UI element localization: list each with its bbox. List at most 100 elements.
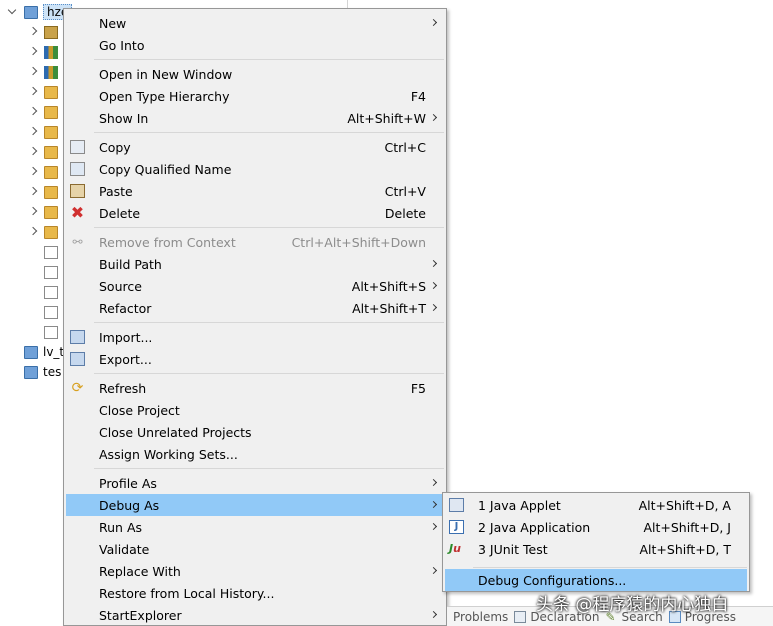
submenu-item-debug-configurations[interactable]: Debug Configurations... xyxy=(445,569,747,591)
menu-item-show-in[interactable]: Show In Alt+Shift+W xyxy=(66,107,444,129)
chevron-down-icon[interactable] xyxy=(8,7,18,17)
menu-item-profile-as[interactable]: Profile As xyxy=(66,472,444,494)
menu-item-source[interactable]: Source Alt+Shift+S xyxy=(66,275,444,297)
submenu-item-label: 3 JUnit Test xyxy=(478,542,548,557)
menu-item-debug-as[interactable]: Debug As xyxy=(66,494,444,516)
context-menu: New Go Into Open in New Window Open Type… xyxy=(63,8,447,626)
menu-item-new[interactable]: New xyxy=(66,12,444,34)
refresh-icon: ⟳ xyxy=(71,380,84,396)
tree-row[interactable] xyxy=(28,22,58,42)
menu-separator xyxy=(94,468,444,469)
library-icon xyxy=(44,45,58,59)
menu-item-restore-from-local-history[interactable]: Restore from Local History... xyxy=(66,582,444,604)
menu-item-shortcut: Ctrl+Alt+Shift+Down xyxy=(291,234,426,250)
tree-row[interactable] xyxy=(28,182,58,202)
chevron-right-icon[interactable] xyxy=(28,47,38,57)
tree-row[interactable] xyxy=(28,82,58,102)
submenu-item-java-application[interactable]: J 2 Java Application Alt+Shift+D, J xyxy=(445,516,747,538)
menu-item-label: Open in New Window xyxy=(99,66,233,82)
menu-item-replace-with[interactable]: Replace With xyxy=(66,560,444,582)
declaration-icon xyxy=(514,610,527,623)
submenu-item-java-applet[interactable]: 1 Java Applet Alt+Shift+D, A xyxy=(445,494,747,516)
menu-separator xyxy=(94,373,444,374)
chevron-right-icon[interactable] xyxy=(28,207,38,217)
menu-item-copy[interactable]: Copy Ctrl+C xyxy=(66,136,444,158)
menu-item-label: Profile As xyxy=(99,475,157,491)
chevron-right-icon[interactable] xyxy=(28,187,38,197)
menu-item-paste[interactable]: Paste Ctrl+V xyxy=(66,180,444,202)
java-applet-icon xyxy=(449,498,464,512)
chevron-right-icon[interactable] xyxy=(28,27,38,37)
tree-row-folder-1[interactable]: lv_t xyxy=(18,342,64,362)
submenu-item-junit-test[interactable]: Ju 3 JUnit Test Alt+Shift+D, T xyxy=(445,538,747,560)
chevron-right-icon[interactable] xyxy=(28,147,38,157)
tree-row[interactable] xyxy=(28,142,58,162)
menu-item-shortcut: Delete xyxy=(384,205,426,221)
menu-item-build-path[interactable]: Build Path xyxy=(66,253,444,275)
chevron-right-icon[interactable] xyxy=(28,107,38,117)
menu-item-label: Delete xyxy=(99,205,141,221)
delete-icon: ✖ xyxy=(70,203,85,222)
tree-row[interactable] xyxy=(38,242,58,262)
menu-item-label: Close Project xyxy=(99,402,180,418)
tree-row[interactable] xyxy=(28,62,58,82)
tree-row[interactable] xyxy=(28,102,58,122)
menu-item-validate[interactable]: Validate xyxy=(66,538,444,560)
tree-row[interactable] xyxy=(28,162,58,182)
submenu-arrow-icon xyxy=(429,500,438,509)
menu-item-go-into[interactable]: Go Into xyxy=(66,34,444,56)
menu-item-open-type-hierarchy[interactable]: Open Type Hierarchy F4 xyxy=(66,85,444,107)
tree-item-label: lv_t xyxy=(43,345,65,359)
menu-item-label: Refresh xyxy=(99,380,147,396)
menu-item-open-in-new-window[interactable]: Open in New Window xyxy=(66,63,444,85)
menu-item-label: Source xyxy=(99,278,142,294)
file-icon xyxy=(44,305,58,319)
submenu-separator xyxy=(473,567,747,568)
remove-from-context-icon: ⚯ xyxy=(72,235,83,249)
menu-item-run-as[interactable]: Run As xyxy=(66,516,444,538)
submenu-arrow-icon xyxy=(429,281,438,290)
menu-item-startexplorer[interactable]: StartExplorer xyxy=(66,604,444,626)
menu-item-import[interactable]: Import... xyxy=(66,326,444,348)
tree-row[interactable] xyxy=(28,222,58,242)
chevron-right-icon[interactable] xyxy=(28,87,38,97)
menu-item-label: Build Path xyxy=(99,256,162,272)
menu-item-delete[interactable]: ✖ Delete Delete xyxy=(66,202,444,224)
library-icon xyxy=(44,65,58,79)
menu-item-label: Copy Qualified Name xyxy=(99,161,232,177)
junit-icon: Ju xyxy=(449,542,461,555)
chevron-right-icon[interactable] xyxy=(28,127,38,137)
menu-item-shortcut: Ctrl+V xyxy=(384,183,426,199)
folder-icon xyxy=(24,345,38,359)
folder-icon xyxy=(44,205,58,219)
chevron-right-icon[interactable] xyxy=(28,167,38,177)
tree-row[interactable] xyxy=(28,122,58,142)
tree-row-folder-2[interactable]: tes xyxy=(18,362,61,382)
menu-item-copy-qualified-name[interactable]: Copy Qualified Name xyxy=(66,158,444,180)
menu-item-close-unrelated-projects[interactable]: Close Unrelated Projects xyxy=(66,421,444,443)
tree-row[interactable] xyxy=(38,262,58,282)
menu-item-label: Remove from Context xyxy=(99,234,236,250)
chevron-right-icon[interactable] xyxy=(28,67,38,77)
tab-label: Problems xyxy=(453,609,509,624)
tree-row[interactable] xyxy=(38,322,58,342)
folder-icon xyxy=(24,365,38,379)
tree-row[interactable] xyxy=(38,302,58,322)
menu-item-close-project[interactable]: Close Project xyxy=(66,399,444,421)
tree-row[interactable] xyxy=(28,42,58,62)
tree-row[interactable] xyxy=(38,282,58,302)
tree-row[interactable] xyxy=(28,202,58,222)
chevron-right-icon[interactable] xyxy=(28,227,38,237)
tab-problems[interactable]: Problems xyxy=(453,610,508,624)
menu-separator xyxy=(94,227,444,228)
menu-item-shortcut: Alt+Shift+W xyxy=(347,110,426,126)
submenu-item-shortcut: Alt+Shift+D, A xyxy=(638,498,731,513)
submenu-item-shortcut: Alt+Shift+D, J xyxy=(643,520,731,535)
submenu-arrow-icon xyxy=(429,303,438,312)
menu-item-label: Refactor xyxy=(99,300,152,316)
menu-item-refresh[interactable]: ⟳ Refresh F5 xyxy=(66,377,444,399)
file-icon xyxy=(44,325,58,339)
menu-item-assign-working-sets[interactable]: Assign Working Sets... xyxy=(66,443,444,465)
menu-item-export[interactable]: Export... xyxy=(66,348,444,370)
menu-item-refactor[interactable]: Refactor Alt+Shift+T xyxy=(66,297,444,319)
